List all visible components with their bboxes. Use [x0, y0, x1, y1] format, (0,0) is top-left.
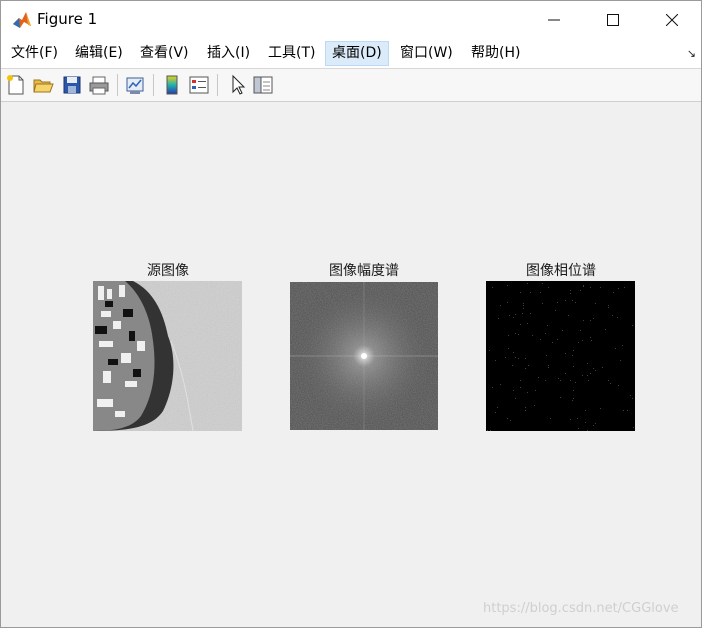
- save-icon[interactable]: [61, 74, 83, 96]
- pointer-icon[interactable]: [227, 74, 249, 96]
- print-icon[interactable]: [88, 74, 110, 96]
- plot-title-phase: 图像相位谱: [526, 263, 596, 279]
- menu-help[interactable]: 帮助(H): [470, 42, 521, 65]
- menu-insert[interactable]: 插入(I): [206, 42, 251, 65]
- property-inspector-icon[interactable]: [252, 74, 274, 96]
- close-button[interactable]: [649, 1, 695, 39]
- legend-icon[interactable]: [188, 74, 210, 96]
- magnitude-spectrum-image[interactable]: [290, 282, 438, 430]
- open-folder-icon[interactable]: [32, 74, 54, 96]
- matlab-icon: [12, 10, 32, 30]
- title-bar: Figure 1: [1, 1, 701, 39]
- toolbar: [1, 69, 701, 102]
- menu-desktop[interactable]: 桌面(D): [325, 41, 389, 66]
- toolbar-separator: [217, 74, 218, 96]
- close-icon: [666, 14, 678, 26]
- new-file-icon[interactable]: [5, 74, 27, 96]
- menu-tools[interactable]: 工具(T): [267, 42, 316, 65]
- dock-arrow-icon[interactable]: ↘: [687, 47, 696, 60]
- window-title: Figure 1: [37, 10, 98, 28]
- watermark: https://blog.csdn.net/CGGlove: [483, 601, 679, 616]
- minimize-button[interactable]: [531, 1, 577, 39]
- toolbar-separator: [117, 74, 118, 96]
- toolbar-separator: [153, 74, 154, 96]
- maximize-icon: [607, 14, 619, 26]
- menu-file[interactable]: 文件(F): [10, 42, 59, 65]
- minimize-icon: [548, 19, 560, 21]
- maximize-button[interactable]: [590, 1, 636, 39]
- plot-title-magnitude: 图像幅度谱: [329, 263, 399, 279]
- menu-edit[interactable]: 编辑(E): [74, 42, 124, 65]
- menu-bar: 文件(F) 编辑(E) 查看(V) 插入(I) 工具(T) 桌面(D) 窗口(W…: [1, 39, 701, 69]
- colorbar-icon[interactable]: [161, 74, 183, 96]
- plot-title-source: 源图像: [147, 263, 189, 279]
- figure-window: Figure 1 文件(F) 编辑(E) 查看(V) 插入(I) 工具(T) 桌…: [0, 0, 702, 628]
- source-image[interactable]: [93, 281, 242, 431]
- menu-view[interactable]: 查看(V): [139, 42, 190, 65]
- menu-window[interactable]: 窗口(W): [399, 42, 454, 65]
- link-plot-icon[interactable]: [124, 74, 146, 96]
- phase-spectrum-image[interactable]: [486, 281, 635, 431]
